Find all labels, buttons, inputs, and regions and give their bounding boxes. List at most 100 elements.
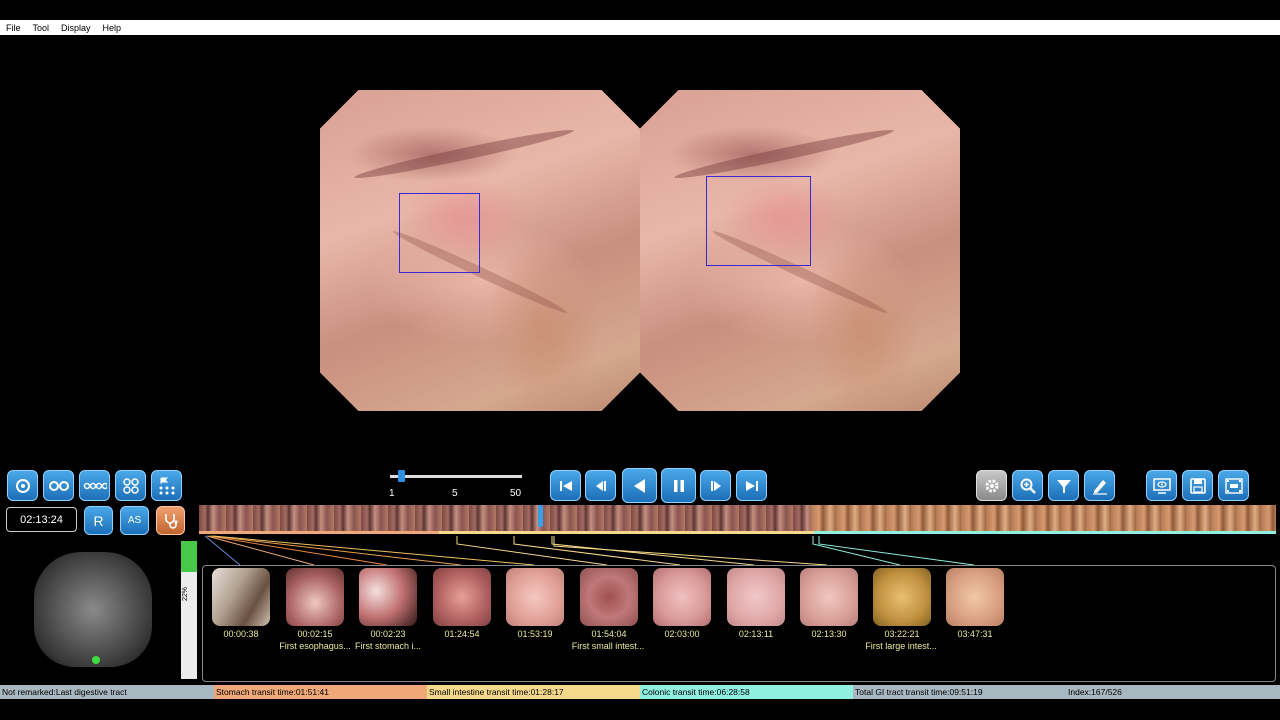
timeline-connector-lines: [204, 535, 975, 566]
as-button-label: AS: [127, 515, 142, 526]
r-button[interactable]: R: [84, 506, 113, 535]
thumbnail-caption: First small intest...: [571, 641, 645, 651]
view-report-button[interactable]: [1146, 470, 1177, 501]
menu-display[interactable]: Display: [55, 23, 97, 33]
thumbnail-time: 01:53:19: [517, 629, 553, 639]
thumbnail-image[interactable]: [873, 568, 931, 626]
thumbnail-time: 03:47:31: [957, 629, 993, 639]
pause-icon: [673, 479, 684, 492]
thumbnail-time: 01:24:54: [444, 629, 480, 639]
connector-line: [551, 536, 755, 566]
connector-line: [513, 536, 681, 566]
roi-box-right[interactable]: [706, 176, 811, 266]
zoom-in-icon: [1020, 478, 1036, 494]
thumbnail-time: 02:13:30: [811, 629, 847, 639]
speed-slider-track[interactable]: [390, 475, 522, 478]
thumbnail-image[interactable]: [212, 568, 270, 626]
thumbnail-image[interactable]: [580, 568, 638, 626]
pause-button[interactable]: [661, 468, 696, 503]
status-remark: Not remarked:Last digestive tract: [0, 685, 214, 699]
thumbnail-caption: First stomach i...: [354, 641, 421, 651]
thumbnail-image[interactable]: [433, 568, 491, 626]
annotate-button[interactable]: [1084, 470, 1115, 501]
thumbnail-caption: First large intest...: [865, 641, 937, 651]
pen-icon: [1092, 479, 1107, 495]
progress-percent: 22%: [182, 586, 189, 601]
thumbnail-time: 01:54:04: [591, 629, 627, 639]
menu-help[interactable]: Help: [97, 23, 128, 33]
progress-bar: 22%: [181, 541, 197, 679]
floppy-disk-icon: [1189, 477, 1206, 494]
flag-grid-view-button[interactable]: [151, 470, 182, 501]
connector-line: [818, 536, 975, 566]
roi-box-left[interactable]: [399, 193, 480, 273]
video-timeline[interactable]: [199, 505, 1276, 531]
step-back-icon: [595, 480, 606, 491]
stethoscope-button[interactable]: [156, 506, 185, 535]
menu-file[interactable]: File: [0, 23, 27, 33]
settings-button[interactable]: [976, 470, 1007, 501]
four-circles-icon: [83, 482, 107, 489]
step-forward-icon: [710, 480, 721, 491]
thumbnail-image[interactable]: [286, 568, 344, 626]
thumbnail-image[interactable]: [800, 568, 858, 626]
flag-dots-icon: [159, 477, 174, 494]
thumbnail-time: 02:03:00: [664, 629, 700, 639]
single-view-button[interactable]: [7, 470, 38, 501]
thumbnail-time: 02:13:11: [738, 629, 774, 639]
progress-fill: [181, 541, 197, 572]
quad-row-view-button[interactable]: [79, 470, 110, 501]
thumbnail-image[interactable]: [359, 568, 417, 626]
export-mp4-button[interactable]: [1218, 470, 1249, 501]
film-mp4-icon: [1224, 477, 1243, 494]
skip-end-icon: [745, 480, 758, 491]
thumbnail-image[interactable]: [727, 568, 785, 626]
speed-label-min: 1: [389, 488, 395, 499]
filter-icon: [1056, 479, 1071, 493]
gear-icon: [985, 479, 998, 492]
capsule-location-marker: [92, 656, 100, 664]
thumbnail-time: 03:22:21: [884, 629, 920, 639]
thumbnail-time: 00:00:38: [223, 629, 259, 639]
current-time-display: 02:13:24: [6, 507, 77, 532]
skip-start-icon: [559, 480, 572, 491]
speed-label-max: 50: [510, 488, 522, 499]
as-button[interactable]: AS: [120, 506, 149, 535]
save-button[interactable]: [1182, 470, 1213, 501]
play-backward-icon: [633, 478, 645, 493]
connector-line: [210, 535, 462, 566]
thumbnail-time: 00:02:15: [297, 629, 333, 639]
r-button-label: R: [93, 512, 104, 529]
thumbnail-image[interactable]: [506, 568, 564, 626]
step-forward-button[interactable]: [700, 470, 731, 501]
last-frame-button[interactable]: [736, 470, 767, 501]
status-colonic-time: Colonic transit time:06:28:58: [640, 685, 853, 699]
connector-line: [456, 536, 608, 566]
filter-button[interactable]: [1048, 470, 1079, 501]
tissue-fold: [673, 124, 895, 183]
dual-view-button[interactable]: [43, 470, 74, 501]
connector-line: [553, 536, 828, 566]
menu-tool[interactable]: Tool: [27, 23, 56, 33]
speed-label-mid: 5: [452, 488, 458, 499]
thumbnail-image[interactable]: [653, 568, 711, 626]
title-bar: [0, 0, 1280, 20]
step-back-button[interactable]: [585, 470, 616, 501]
intestine-illustration: [34, 552, 152, 667]
timeline-position-marker[interactable]: [538, 505, 543, 527]
quad-grid-view-button[interactable]: [115, 470, 146, 501]
first-frame-button[interactable]: [550, 470, 581, 501]
timeline-segment-colon: [811, 505, 1276, 531]
speed-slider-handle[interactable]: [398, 470, 405, 482]
connector-line: [812, 536, 901, 566]
dual-eye-icon: [48, 480, 69, 491]
monitor-eye-icon: [1152, 477, 1171, 494]
endoscope-image-right[interactable]: [640, 90, 960, 411]
grid-circles-icon: [122, 477, 139, 494]
thumbnail-image[interactable]: [946, 568, 1004, 626]
status-total-time: Total GI tract transit time:09:51:19: [853, 685, 1066, 699]
zoom-button[interactable]: [1012, 470, 1043, 501]
endoscope-image-left[interactable]: [320, 90, 640, 411]
play-backward-button[interactable]: [622, 468, 657, 503]
status-small-intestine-time: Small intestine transit time:01:28:17: [427, 685, 640, 699]
